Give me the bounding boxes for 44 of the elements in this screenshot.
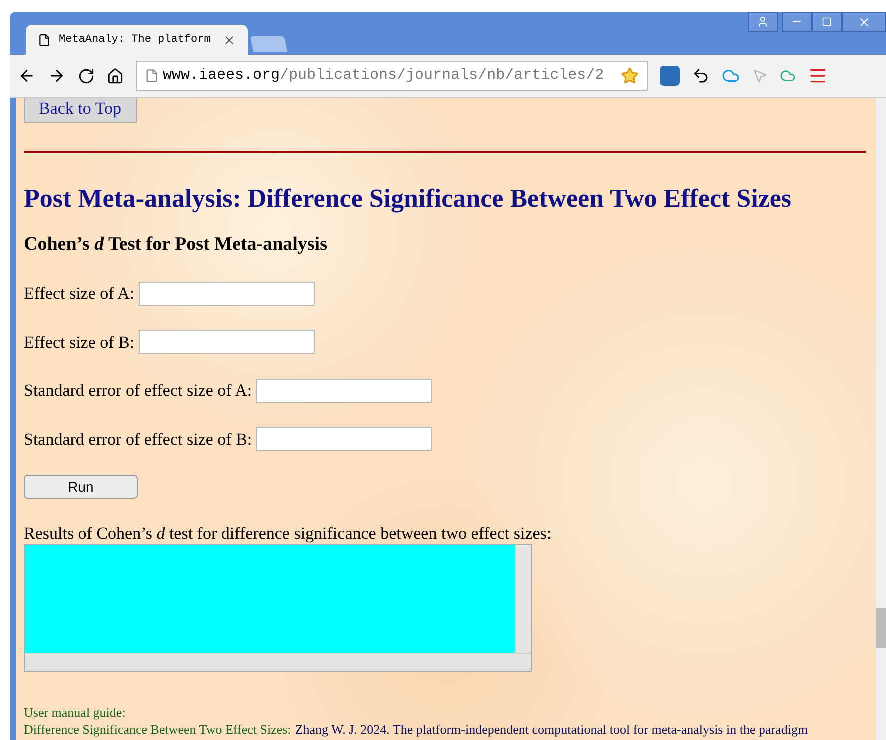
input-field[interactable] (138, 330, 315, 354)
field-label: Effect size of B: (24, 332, 135, 354)
input-field[interactable] (138, 282, 315, 306)
account-button[interactable] (748, 12, 778, 32)
page-icon (145, 69, 159, 83)
guide-link[interactable]: Difference Significance Between Two Effect Sizes: (24, 720, 292, 738)
results-box[interactable] (24, 544, 532, 672)
back-icon[interactable] (18, 67, 36, 85)
cloud-icon[interactable] (722, 67, 740, 85)
field-label: Effect size of A: (24, 283, 135, 305)
user-icon (757, 16, 769, 28)
home-icon[interactable] (107, 68, 124, 84)
back-to-top-button[interactable]: Back to Top (24, 98, 137, 123)
citation-text: Zhang W. J. 2024. The platform-independent computational tool for meta-analysis in the paradigm (295, 720, 808, 738)
maximize-icon (822, 17, 832, 27)
forward-icon[interactable] (48, 67, 66, 85)
field-label: Standard error of effect size of A: (24, 380, 252, 402)
extension-icon[interactable] (660, 66, 680, 86)
undo-icon[interactable] (692, 67, 710, 85)
field-label: Standard error of effect size of B: (24, 428, 252, 450)
pointer-icon[interactable] (752, 68, 768, 84)
browser-tab[interactable]: MetaAnaly: The platform (26, 25, 248, 55)
maximize-button[interactable] (812, 12, 842, 32)
input-field[interactable] (256, 378, 432, 403)
run-button[interactable]: Run (24, 475, 138, 499)
results-label: Results of Cohen’s d test for difference significance between two effect sizes: (24, 524, 553, 544)
vertical-scrollbar[interactable] (515, 544, 531, 652)
input-field[interactable] (256, 427, 432, 452)
url-text: www.iaees.org/publications/journals/nb/articles/2 (163, 66, 604, 86)
new-tab-button[interactable] (250, 36, 288, 52)
close-icon (858, 16, 870, 28)
page-heading: Post Meta-analysis: Difference Significance Between Two Effect Sizes (24, 183, 793, 215)
page-scrollbar[interactable] (876, 98, 886, 740)
page-icon (38, 34, 51, 46)
address-bar[interactable]: www.iaees.org/publications/journals/nb/articles/2 (136, 61, 648, 91)
cloud-icon[interactable] (780, 68, 796, 84)
reload-icon[interactable] (78, 68, 95, 84)
tab-title: MetaAnaly: The platform (59, 32, 211, 48)
star-icon[interactable] (621, 67, 639, 85)
close-window-button[interactable] (842, 12, 886, 32)
close-tab-icon[interactable] (223, 34, 236, 46)
horizontal-scrollbar[interactable] (25, 652, 531, 670)
section-heading: Cohen’s d Test for Post Meta-analysis (24, 233, 328, 257)
guide-label: User manual guide: (24, 704, 127, 720)
